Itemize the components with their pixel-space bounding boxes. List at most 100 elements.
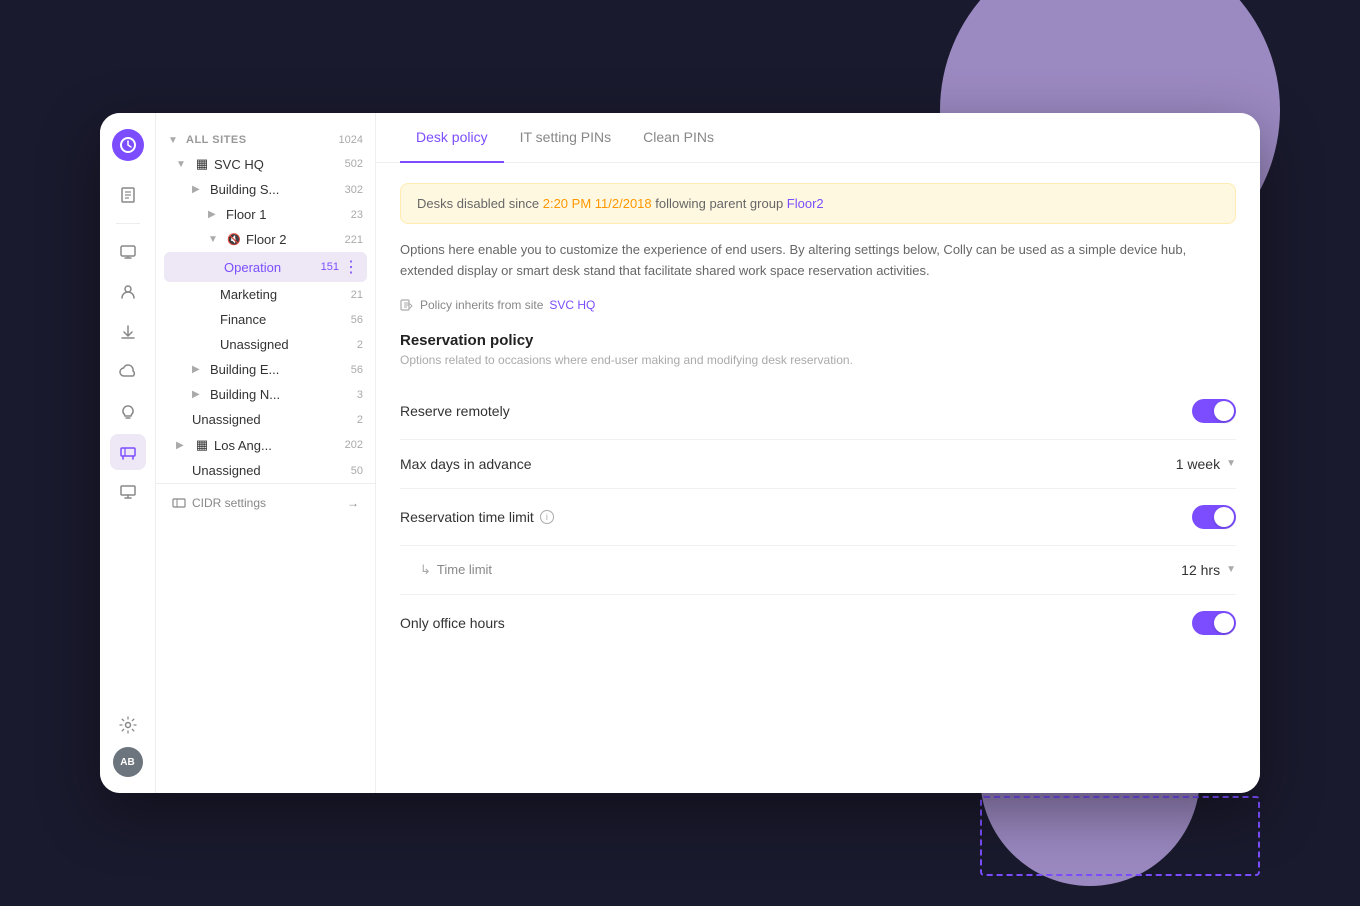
reserve-remotely-label: Reserve remotely	[400, 403, 1192, 419]
max-days-dropdown[interactable]: 1 week ▼	[1176, 456, 1236, 472]
marketing-count: 21	[351, 289, 363, 301]
logo[interactable]	[112, 129, 144, 161]
icon-sidebar: AB	[100, 113, 156, 793]
los-ang-icon: ▦	[194, 437, 210, 453]
los-ang-count: 202	[345, 439, 363, 451]
user-avatar[interactable]: AB	[113, 747, 143, 777]
content-area: Desks disabled since 2:20 PM 11/2/2018 f…	[376, 163, 1260, 793]
tree-item-los-angeles[interactable]: ▶ ▦ Los Ang... 202	[156, 432, 375, 458]
unassigned-svc-label: Unassigned	[192, 412, 353, 427]
nav-icon-bulb[interactable]	[110, 394, 146, 430]
policy-inherits-site[interactable]: SVC HQ	[549, 298, 595, 312]
bg-dashed-rect	[980, 796, 1260, 876]
floor1-count: 23	[351, 209, 363, 221]
tree-item-marketing[interactable]: Marketing 21	[156, 282, 375, 307]
tree-item-unassigned-floor2[interactable]: Unassigned 2	[156, 332, 375, 357]
floor2-label: Floor 2	[246, 232, 341, 247]
tree-item-operation[interactable]: Operation 151 ⋮	[164, 252, 367, 282]
max-days-caret: ▼	[1226, 458, 1236, 469]
tree-item-svc-hq[interactable]: ▼ ▦ SVC HQ 502	[156, 151, 375, 177]
all-sites-count: 1024	[339, 134, 363, 146]
svc-hq-arrow: ▼	[176, 159, 190, 170]
cidr-settings-bar[interactable]: CIDR settings →	[156, 483, 375, 522]
svc-hq-count: 502	[345, 158, 363, 170]
policy-inherits-bar: Policy inherits from site SVC HQ	[400, 298, 1236, 312]
max-days-value: 1 week ▼	[1176, 456, 1236, 472]
office-hours-value	[1192, 611, 1236, 635]
main-content: Desk policy IT setting PINs Clean PINs D…	[376, 113, 1260, 793]
los-ang-label: Los Ang...	[214, 438, 341, 453]
reserve-remotely-value	[1192, 399, 1236, 423]
settings-icon[interactable]	[110, 707, 146, 743]
policy-row-reserve-remotely: Reserve remotely	[400, 383, 1236, 440]
building-n-label: Building N...	[210, 387, 353, 402]
operation-count: 151	[321, 261, 339, 273]
operation-label: Operation	[224, 260, 317, 275]
floor2-arrow: ▼	[208, 234, 222, 245]
time-limit-info-icon[interactable]: i	[540, 510, 554, 524]
finance-count: 56	[351, 314, 363, 326]
tree-item-building-s[interactable]: ▶ Building S... 302	[156, 177, 375, 202]
nav-icon-monitor[interactable]	[110, 474, 146, 510]
unassigned-svc-count: 2	[357, 414, 363, 426]
building-s-count: 302	[345, 184, 363, 196]
building-n-arrow: ▶	[192, 389, 206, 400]
policy-inherits-prefix: Policy inherits from site	[420, 298, 543, 312]
tree-item-all-sites[interactable]: ▼ ALL SITES 1024	[156, 129, 375, 151]
nav-icon-cloud[interactable]	[110, 354, 146, 390]
nav-icon-device[interactable]	[110, 234, 146, 270]
finance-label: Finance	[220, 312, 347, 327]
tree-sidebar: ▼ ALL SITES 1024 ▼ ▦ SVC HQ 502 ▶ Buildi…	[156, 113, 376, 793]
policy-row-office-hours: Only office hours	[400, 595, 1236, 651]
alert-banner: Desks disabled since 2:20 PM 11/2/2018 f…	[400, 183, 1236, 224]
svc-hq-label: SVC HQ	[214, 157, 341, 172]
description-text: Options here enable you to customize the…	[400, 240, 1236, 282]
cidr-arrow-right: →	[347, 496, 359, 510]
operation-more-icon[interactable]: ⋮	[343, 257, 359, 277]
floor1-label: Floor 1	[226, 207, 347, 222]
time-limit-value-label: ↳ Time limit	[400, 562, 1181, 578]
tree-item-unassigned-svc[interactable]: Unassigned 2	[156, 407, 375, 432]
unassigned-la-label: Unassigned	[192, 463, 347, 478]
time-limit-toggle[interactable]	[1192, 505, 1236, 529]
building-s-label: Building S...	[210, 182, 341, 197]
policy-icon	[400, 298, 414, 312]
svc-hq-icon: ▦	[194, 156, 210, 172]
reserve-remotely-toggle[interactable]	[1192, 399, 1236, 423]
tree-item-floor1[interactable]: ▶ Floor 1 23	[156, 202, 375, 227]
time-limit-dropdown-value: 12 hrs ▼	[1181, 562, 1236, 578]
tree-item-building-e[interactable]: ▶ Building E... 56	[156, 357, 375, 382]
office-hours-toggle[interactable]	[1192, 611, 1236, 635]
nav-icon-download[interactable]	[110, 314, 146, 350]
floor1-arrow: ▶	[208, 209, 222, 220]
indent-arrow: ↳	[420, 562, 431, 578]
cidr-label: CIDR settings	[192, 496, 266, 510]
tree-item-finance[interactable]: Finance 56	[156, 307, 375, 332]
reservation-policy-title: Reservation policy	[400, 332, 1236, 349]
building-n-count: 3	[357, 389, 363, 401]
policy-row-time-limit: Reservation time limit i	[400, 489, 1236, 546]
time-limit-caret: ▼	[1226, 564, 1236, 575]
divider-1	[116, 223, 140, 224]
tree-item-floor2[interactable]: ▼ 🔇 Floor 2 221	[156, 227, 375, 252]
tab-clean-pins[interactable]: Clean PINs	[627, 113, 730, 163]
nav-icon-person[interactable]	[110, 274, 146, 310]
tab-it-setting-pins[interactable]: IT setting PINs	[504, 113, 628, 163]
alert-group: Floor2	[787, 196, 824, 211]
building-e-label: Building E...	[210, 362, 347, 377]
office-hours-label: Only office hours	[400, 615, 1192, 631]
tab-desk-policy[interactable]: Desk policy	[400, 113, 504, 163]
max-days-label: Max days in advance	[400, 456, 1176, 472]
los-ang-arrow: ▶	[176, 440, 190, 451]
nav-icon-desk[interactable]	[110, 434, 146, 470]
building-s-arrow: ▶	[192, 184, 206, 195]
marketing-label: Marketing	[220, 287, 347, 302]
alert-time: 2:20 PM 11/2/2018	[543, 196, 652, 211]
reservation-policy-desc: Options related to occasions where end-u…	[400, 353, 1236, 367]
app-window: AB ▼ ALL SITES 1024 ▼ ▦ SVC HQ 502 ▶ Bui…	[100, 113, 1260, 793]
tree-item-building-n[interactable]: ▶ Building N... 3	[156, 382, 375, 407]
tree-item-unassigned-la[interactable]: Unassigned 50	[156, 458, 375, 483]
nav-icon-book[interactable]	[110, 177, 146, 213]
time-limit-label: Reservation time limit i	[400, 509, 1192, 525]
time-limit-dropdown[interactable]: 12 hrs ▼	[1181, 562, 1236, 578]
